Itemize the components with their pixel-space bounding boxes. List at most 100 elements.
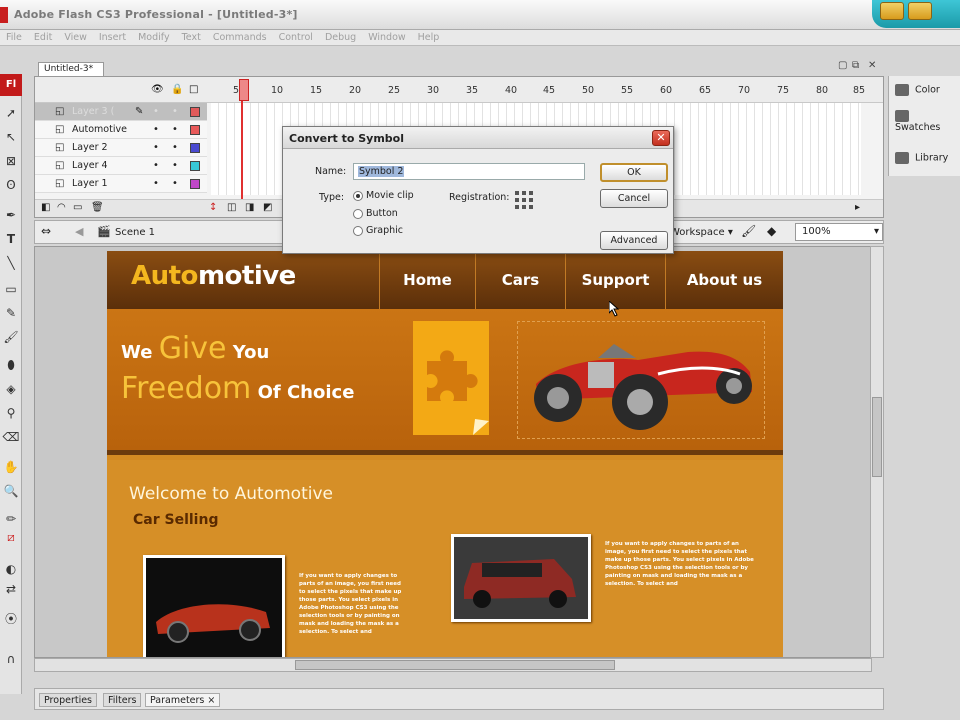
maximize-doc-icon[interactable]: ⧉ <box>852 60 859 71</box>
ink-bottle-tool-icon[interactable]: ⬮ <box>2 356 20 374</box>
menu-debug[interactable]: Debug <box>319 30 362 43</box>
menu-help[interactable]: Help <box>412 30 446 43</box>
selected-car-symbol[interactable] <box>517 321 765 439</box>
hand-tool-icon[interactable]: ✋ <box>2 458 20 476</box>
scroll-thumb[interactable] <box>872 397 882 477</box>
menu-file[interactable]: File <box>0 30 28 43</box>
visible-dot[interactable]: • <box>153 157 159 175</box>
ok-button[interactable]: OK <box>600 163 668 182</box>
zoom-tool-icon[interactable]: 🔍 <box>2 482 20 500</box>
stage-pasteboard[interactable]: Automotive Home Cars Support About us We… <box>34 246 872 658</box>
library-panel-button[interactable]: Library <box>895 152 948 164</box>
layer-row[interactable]: ◱ Automotive • • <box>35 121 207 139</box>
lock-icon[interactable]: 🔒 <box>171 84 183 95</box>
visible-dot[interactable]: • <box>153 139 159 157</box>
cancel-button[interactable]: Cancel <box>600 189 668 208</box>
center-frame-icon[interactable]: ↕ <box>209 202 217 213</box>
lock-dot[interactable]: • <box>172 139 178 157</box>
brush-tool-icon[interactable]: 🖌 <box>2 328 20 346</box>
eraser-tool-icon[interactable]: ⌫ <box>2 428 20 446</box>
tab-filters[interactable]: Filters <box>103 693 142 707</box>
insert-folder-icon[interactable]: ▭ <box>73 202 82 213</box>
menu-text[interactable]: Text <box>176 30 207 43</box>
edit-symbols-icon[interactable]: ◆ <box>767 224 776 238</box>
layer-color-swatch[interactable] <box>190 125 200 135</box>
lock-dot[interactable]: • <box>172 175 178 193</box>
layer-row[interactable]: ◱ Layer 2 • • <box>35 139 207 157</box>
pencil-tool-icon[interactable]: ✎ <box>2 304 20 322</box>
close-doc-icon[interactable]: ✕ <box>868 60 876 71</box>
back-arrow-icon[interactable]: ◀ <box>75 225 83 238</box>
menu-view[interactable]: View <box>58 30 93 43</box>
rectangle-tool-icon[interactable]: ▭ <box>2 280 20 298</box>
timeline-scroll-right-icon[interactable]: ▸ <box>855 202 860 213</box>
menu-commands[interactable]: Commands <box>207 30 273 43</box>
minimize-button[interactable] <box>880 2 904 20</box>
registration-grid-icon[interactable] <box>515 191 533 209</box>
visible-dot[interactable]: • <box>153 175 159 193</box>
lock-dot[interactable]: • <box>172 157 178 175</box>
playhead[interactable] <box>239 79 249 215</box>
lock-dot[interactable]: • <box>172 103 178 121</box>
lock-dot[interactable]: • <box>172 121 178 139</box>
insert-layer-icon[interactable]: ◧ <box>41 202 50 213</box>
tab-parameters[interactable]: Parameters × <box>145 693 221 707</box>
menu-edit[interactable]: Edit <box>28 30 58 43</box>
layer-color-swatch[interactable] <box>190 107 200 117</box>
layer-row[interactable]: ◱ Layer 4 • • <box>35 157 207 175</box>
lasso-tool-icon[interactable]: ʘ <box>2 176 20 194</box>
subselection-tool-icon[interactable]: ↖ <box>2 128 20 146</box>
eye-icon[interactable]: 👁 <box>151 84 164 95</box>
layer-color-swatch[interactable] <box>190 143 200 153</box>
scene-label[interactable]: Scene 1 <box>115 227 155 238</box>
eyedropper-tool-icon[interactable]: ⚲ <box>2 404 20 422</box>
nav-home[interactable]: Home <box>379 251 475 309</box>
workspace-menu[interactable]: Workspace ▾ <box>670 227 733 238</box>
maximize-button[interactable] <box>908 2 932 20</box>
visible-dot[interactable]: • <box>153 121 159 139</box>
close-icon[interactable]: ✕ <box>652 130 670 146</box>
add-guide-layer-icon[interactable]: ◠ <box>57 202 66 213</box>
menu-window[interactable]: Window <box>362 30 411 43</box>
menu-insert[interactable]: Insert <box>93 30 132 43</box>
layer-row[interactable]: ◱ Layer 1 • • <box>35 175 207 193</box>
dialog-titlebar[interactable]: Convert to Symbol ✕ <box>283 127 673 149</box>
radio-movie-clip[interactable]: Movie clip <box>353 190 414 201</box>
pen-tool-icon[interactable]: ✒ <box>2 206 20 224</box>
free-transform-tool-icon[interactable]: ⊠ <box>2 152 20 170</box>
layer-color-swatch[interactable] <box>190 161 200 171</box>
stage-horizontal-scrollbar[interactable] <box>34 658 872 672</box>
document-tab[interactable]: Untitled-3* <box>38 62 104 76</box>
layer-row[interactable]: ◱ Layer 3 ( ✎ • • <box>35 103 207 121</box>
tab-properties[interactable]: Properties <box>39 693 98 707</box>
symbol-name-input[interactable]: Symbol 2 <box>353 163 585 180</box>
selection-tool-icon[interactable]: ➚ <box>2 104 20 122</box>
swap-colors-icon[interactable]: ⇄ <box>2 580 20 598</box>
restore-doc-icon[interactable]: ▢ <box>838 60 847 71</box>
edit-multiple-frames-icon[interactable]: ◩ <box>263 202 272 213</box>
color-panel-button[interactable]: Color <box>895 84 940 96</box>
paint-bucket-tool-icon[interactable]: ◈ <box>2 380 20 398</box>
outline-icon[interactable]: □ <box>189 84 198 95</box>
advanced-button[interactable]: Advanced <box>600 231 668 250</box>
radio-graphic[interactable]: Graphic <box>353 225 403 236</box>
radio-button[interactable]: Button <box>353 208 398 219</box>
menu-control[interactable]: Control <box>273 30 319 43</box>
layer-color-swatch[interactable] <box>190 179 200 189</box>
stage-website[interactable]: Automotive Home Cars Support About us We… <box>107 251 783 657</box>
fill-color-icon[interactable]: ⧄ <box>2 528 20 546</box>
nav-about-us[interactable]: About us <box>665 251 783 309</box>
stage-vertical-scrollbar[interactable] <box>870 246 884 658</box>
timeline-toggle-icon[interactable]: ⇔ <box>41 224 51 238</box>
line-tool-icon[interactable]: ╲ <box>2 254 20 272</box>
scroll-thumb[interactable] <box>295 660 615 670</box>
stroke-color-icon[interactable]: ✏ <box>2 510 20 528</box>
magnet-icon[interactable]: ∩ <box>2 650 20 668</box>
visible-dot[interactable]: • <box>153 103 159 121</box>
swatches-panel-button[interactable]: Swatches <box>895 110 960 133</box>
menu-modify[interactable]: Modify <box>132 30 175 43</box>
onion-skin-icon[interactable]: ◫ <box>227 202 236 213</box>
text-tool-icon[interactable]: T <box>2 230 20 248</box>
nav-cars[interactable]: Cars <box>475 251 565 309</box>
zoom-select[interactable]: 100% <box>795 223 883 241</box>
